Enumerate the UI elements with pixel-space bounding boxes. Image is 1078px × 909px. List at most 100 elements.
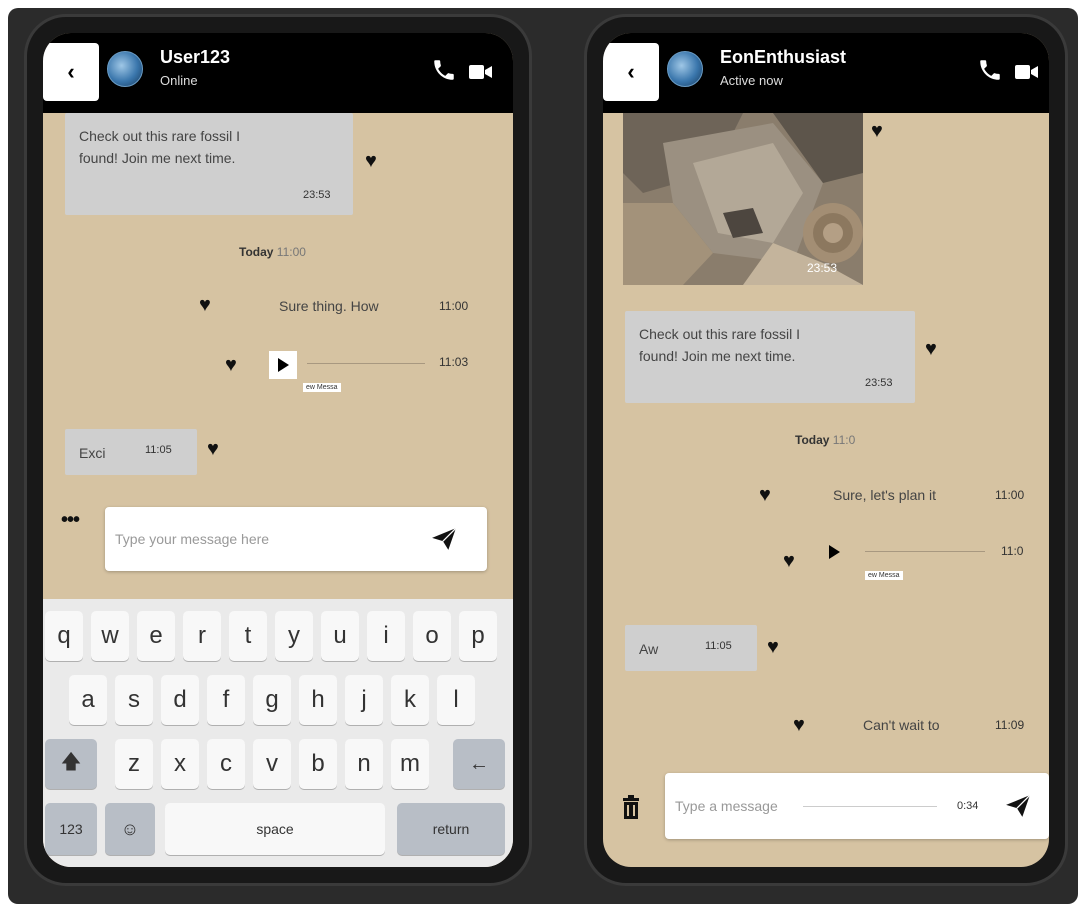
audio-progress-track[interactable] <box>865 551 985 552</box>
key-i[interactable]: i <box>367 611 405 661</box>
key-u[interactable]: u <box>321 611 359 661</box>
message-text: Check out this rare fossil I <box>79 128 241 144</box>
emoji-icon: ☺ <box>120 818 140 839</box>
shift-arrow-icon: 🡅 <box>60 751 82 773</box>
audio-progress-track[interactable] <box>307 363 425 364</box>
key-m[interactable]: m <box>391 739 429 789</box>
message-bubble[interactable]: Exci 11:05 <box>65 429 197 475</box>
heart-icon[interactable]: ♥ <box>759 485 771 505</box>
key-t[interactable]: t <box>229 611 267 661</box>
right-chat-screen: ‹ EonEnthusiast Active now 23:53 ♥ Check… <box>603 33 1049 867</box>
back-button[interactable]: ‹ <box>43 43 99 101</box>
message-text: Check out this rare fossil I <box>639 326 801 342</box>
send-icon[interactable] <box>1005 794 1031 818</box>
date-divider: Today 11:00 <box>239 245 306 259</box>
key-h[interactable]: h <box>299 675 337 725</box>
key-w[interactable]: w <box>91 611 129 661</box>
message-bubble[interactable]: Aw 11:05 <box>625 625 757 671</box>
key-l[interactable]: l <box>437 675 475 725</box>
heart-icon[interactable]: ♥ <box>925 339 937 359</box>
key-y[interactable]: y <box>275 611 313 661</box>
avatar[interactable] <box>667 51 703 87</box>
audio-label: ew Messa <box>303 383 341 392</box>
key-z[interactable]: z <box>115 739 153 789</box>
heart-icon[interactable]: ♥ <box>767 637 779 657</box>
play-button[interactable] <box>269 351 297 379</box>
key-q[interactable]: q <box>45 611 83 661</box>
key-n[interactable]: n <box>345 739 383 789</box>
message-input[interactable] <box>115 507 415 571</box>
fossil-photo[interactable]: 23:53 <box>623 113 863 285</box>
key-a[interactable]: a <box>69 675 107 725</box>
message-text: found! Join me next time. <box>639 348 796 364</box>
key-k[interactable]: k <box>391 675 429 725</box>
key-d[interactable]: d <box>161 675 199 725</box>
emoji-key[interactable]: ☺ <box>105 803 155 855</box>
back-button[interactable]: ‹ <box>603 43 659 101</box>
key-g[interactable]: g <box>253 675 291 725</box>
heart-icon[interactable]: ♥ <box>207 439 219 459</box>
message-bubble[interactable]: Check out this rare fossil I found! Join… <box>65 113 353 215</box>
key-x[interactable]: x <box>161 739 199 789</box>
message-input-box[interactable]: 0:34 <box>665 773 1049 839</box>
key-b[interactable]: b <box>299 739 337 789</box>
date-day: Today <box>239 245 274 259</box>
message-time: 11:05 <box>145 444 172 456</box>
message-text: Can't wait to <box>863 717 940 733</box>
heart-icon[interactable]: ♥ <box>199 295 211 315</box>
avatar[interactable] <box>107 51 143 87</box>
heart-icon[interactable]: ♥ <box>783 551 795 571</box>
contact-status: Online <box>160 73 198 88</box>
left-chat-screen: ‹ User123 Online Check out this rare fos… <box>43 33 513 867</box>
heart-icon[interactable]: ♥ <box>365 151 377 171</box>
video-call-icon[interactable] <box>1015 63 1039 81</box>
phone-icon[interactable] <box>977 57 1003 83</box>
key-e[interactable]: e <box>137 611 175 661</box>
key-v[interactable]: v <box>253 739 291 789</box>
heart-icon[interactable]: ♥ <box>225 355 237 375</box>
message-text: Aw <box>639 641 659 657</box>
key-f[interactable]: f <box>207 675 245 725</box>
contact-name: User123 <box>160 47 231 67</box>
photo-time: 23:53 <box>807 261 838 275</box>
key-o[interactable]: o <box>413 611 451 661</box>
chat-header: ‹ User123 Online <box>43 33 513 113</box>
numbers-key[interactable]: 123 <box>45 803 97 855</box>
heart-icon[interactable]: ♥ <box>871 121 883 141</box>
message-time: 11:05 <box>705 640 732 652</box>
message-time: 11:09 <box>995 718 1025 732</box>
chevron-left-icon: ‹ <box>627 59 635 84</box>
key-p[interactable]: p <box>459 611 497 661</box>
video-call-icon[interactable] <box>469 63 493 81</box>
message-time: 11:00 <box>439 299 469 313</box>
audio-label: ew Messa <box>865 571 903 580</box>
play-icon[interactable] <box>829 545 840 559</box>
message-time: 11:00 <box>995 488 1025 502</box>
send-icon[interactable] <box>431 527 457 551</box>
key-s[interactable]: s <box>115 675 153 725</box>
right-phone: ‹ EonEnthusiast Active now 23:53 ♥ Check… <box>584 14 1068 886</box>
message-input[interactable] <box>675 773 805 839</box>
trash-icon[interactable] <box>621 795 641 819</box>
backspace-key[interactable]: ← <box>453 739 505 789</box>
message-bubble[interactable]: Check out this rare fossil I found! Join… <box>625 311 915 403</box>
date-time: 11:00 <box>276 245 306 259</box>
phone-icon[interactable] <box>431 57 457 83</box>
message-time: 23:53 <box>303 189 331 201</box>
audio-time: 11:0 <box>1001 544 1024 558</box>
more-options-icon[interactable]: ••• <box>61 509 80 532</box>
heart-icon[interactable]: ♥ <box>793 715 805 735</box>
message-text: Exci <box>79 445 106 461</box>
audio-time: 11:03 <box>439 355 469 369</box>
date-day: Today <box>795 433 830 447</box>
shift-key[interactable]: 🡅 <box>45 739 97 789</box>
return-key[interactable]: return <box>397 803 505 855</box>
key-r[interactable]: r <box>183 611 221 661</box>
key-j[interactable]: j <box>345 675 383 725</box>
recording-time: 0:34 <box>957 800 979 812</box>
message-input-box[interactable] <box>105 507 487 571</box>
key-c[interactable]: c <box>207 739 245 789</box>
space-key[interactable]: space <box>165 803 385 855</box>
chat-header: ‹ EonEnthusiast Active now <box>603 33 1049 113</box>
message-text: Sure thing. How <box>279 298 379 314</box>
